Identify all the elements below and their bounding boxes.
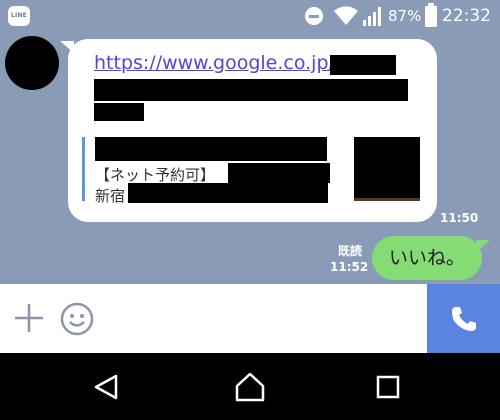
redacted-link-2 — [94, 79, 408, 101]
link-preview-thumbnail[interactable] — [354, 137, 420, 201]
call-button[interactable] — [427, 284, 500, 353]
phone-icon — [452, 307, 476, 331]
status-bar: LINE 87% 22:32 — [0, 0, 500, 32]
redacted-preview-title — [95, 137, 327, 161]
do-not-disturb-icon — [305, 7, 323, 25]
sender-avatar[interactable] — [5, 36, 59, 90]
battery-percent: 87% — [388, 7, 422, 25]
android-nav-bar — [0, 353, 500, 420]
chat-area[interactable]: https://www.google.co.jp/ 【ネット予約可】 新宿 11… — [0, 32, 500, 284]
redacted-link-1 — [330, 55, 396, 75]
message-text-field[interactable] — [105, 294, 420, 343]
emoji-icon[interactable] — [60, 302, 94, 336]
preview-text-line-1: 【ネット予約可】 — [95, 166, 216, 184]
redacted-link-3 — [94, 103, 144, 121]
outgoing-message-time: 11:52 — [330, 260, 369, 274]
signal-icon — [363, 7, 381, 26]
line-app-icon: LINE — [8, 6, 30, 26]
message-input-bar — [0, 284, 500, 353]
redacted-preview-line-2 — [128, 183, 328, 203]
message-link-text[interactable]: https://www.google.co.jp/ — [94, 52, 335, 74]
read-receipt: 既読 — [338, 244, 363, 258]
incoming-message-time: 11:50 — [440, 211, 479, 225]
battery-icon — [425, 3, 437, 27]
status-clock: 22:32 — [442, 6, 491, 26]
wifi-icon — [334, 6, 358, 25]
preview-text-line-2: 新宿 — [95, 187, 126, 205]
recents-icon[interactable] — [376, 375, 400, 399]
incoming-message-bubble[interactable]: https://www.google.co.jp/ 【ネット予約可】 新宿 — [60, 39, 437, 222]
back-icon[interactable] — [92, 373, 120, 401]
link-preview-accent — [82, 137, 85, 201]
redacted-preview-line-1 — [228, 163, 330, 183]
outgoing-message-text: いいね。 — [388, 247, 465, 269]
outgoing-message-bubble[interactable]: いいね。 — [372, 236, 490, 280]
plus-icon[interactable] — [13, 302, 45, 334]
home-icon[interactable] — [234, 371, 266, 403]
